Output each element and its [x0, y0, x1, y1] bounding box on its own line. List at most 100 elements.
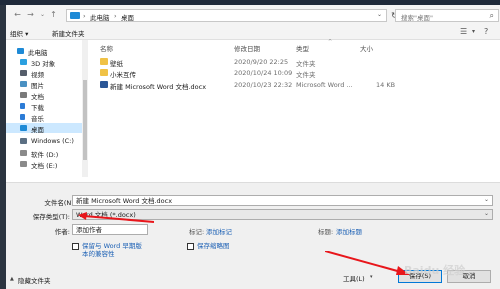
nav-item-label: 文档	[31, 93, 44, 101]
filename-input[interactable]: 新建 Microsoft Word 文档.docx ⌄	[72, 195, 493, 206]
cube-icon	[20, 59, 27, 65]
file-date: 2020/10/23 22:32	[234, 81, 293, 89]
new-folder-button[interactable]: 新建文件夹	[52, 28, 85, 38]
column-date[interactable]: 修改日期	[234, 43, 260, 53]
nav-item-label: 下载	[31, 104, 44, 112]
file-type: Microsoft Word ...	[296, 81, 353, 89]
savetype-label: 保存类型(T):	[32, 213, 70, 221]
file-list-header: 名称 修改日期 类型 大小 ^	[88, 39, 500, 53]
filename-label: 文件名(N):	[44, 199, 76, 207]
breadcrumb-desktop[interactable]: 桌面	[121, 12, 134, 22]
drive-icon	[20, 138, 27, 144]
picture-icon	[20, 81, 27, 87]
nav-item-downloads[interactable]: 下载	[6, 101, 82, 112]
filename-value: 新建 Microsoft Word 文档.docx	[76, 197, 173, 205]
nav-item-label: 此电脑	[28, 49, 48, 57]
forward-icon[interactable]: →	[25, 9, 36, 20]
address-row: ← → ⌄ ↑ › 此电脑 › 桌面 ⌄ ↻ 搜索"桌面" ⌕	[6, 5, 500, 25]
download-arrow-icon	[20, 103, 25, 109]
chevron-down-icon[interactable]: ⌄	[484, 196, 489, 204]
help-icon[interactable]: ?	[484, 27, 488, 36]
nav-item-label: 视频	[31, 71, 44, 79]
file-name: 壁纸	[110, 60, 123, 68]
annotation-arrow-red	[78, 212, 155, 224]
document-icon	[20, 92, 27, 98]
chevron-up-icon[interactable]: ▲	[10, 276, 14, 282]
nav-scrollbar[interactable]	[82, 40, 88, 177]
column-type[interactable]: 类型	[296, 43, 309, 53]
search-placeholder: 搜索"桌面"	[401, 14, 433, 22]
nav-item-music[interactable]: 音乐	[6, 112, 82, 123]
search-input[interactable]: 搜索"桌面" ⌕	[395, 9, 499, 22]
this-pc-icon	[70, 12, 80, 19]
breadcrumb-this-pc[interactable]: 此电脑	[90, 12, 110, 22]
file-type: 文件夹	[296, 71, 316, 79]
red-arrow-icon	[78, 212, 155, 223]
address-bar[interactable]: › 此电脑 › 桌面 ⌄	[66, 9, 387, 22]
annotation-arrow-red	[324, 250, 410, 276]
nav-item-pictures[interactable]: 图片	[6, 79, 82, 90]
sort-caret-icon: ^	[328, 39, 333, 45]
drive-icon	[20, 150, 27, 156]
recent-dropdown-icon[interactable]: ⌄	[37, 9, 48, 20]
nav-item-label: 文档 (E:)	[31, 162, 58, 170]
nav-item-documents-e[interactable]: 文档 (E:)	[6, 159, 82, 170]
nav-item-videos[interactable]: 视频	[6, 68, 82, 79]
tags-label: 标记:	[189, 228, 205, 236]
chevron-down-icon[interactable]: ⌄	[484, 210, 489, 218]
word-doc-icon	[100, 81, 108, 88]
nav-item-software-d[interactable]: 软件 (D:)	[6, 148, 82, 159]
author-label: 作者:	[54, 228, 70, 236]
author-value: 添加作者	[76, 226, 102, 234]
nav-item-documents[interactable]: 文档	[6, 90, 82, 101]
folder-icon	[100, 69, 108, 76]
compat-label[interactable]: 保留与 Word 早期版本的兼容性	[82, 242, 146, 258]
drive-icon	[20, 161, 27, 167]
breadcrumb-separator: ›	[114, 12, 117, 20]
file-name: 新建 Microsoft Word 文档.docx	[110, 83, 207, 91]
view-dropdown-icon[interactable]: ▾	[472, 28, 475, 35]
desktop-icon	[20, 125, 27, 131]
watermark: Baidu 经验	[404, 264, 466, 277]
column-name[interactable]: 名称	[100, 43, 113, 53]
toolbar: 组织 ▾ 新建文件夹 ☰ ▾ ?	[6, 25, 500, 40]
nav-item-3d-objects[interactable]: 3D 对象	[6, 57, 82, 68]
hide-folders-button[interactable]: 隐藏文件夹	[18, 275, 51, 285]
file-row[interactable]: 小米互传 2020/10/24 10:09 文件夹	[90, 68, 400, 79]
nav-item-label: Windows (C:)	[31, 137, 74, 145]
column-size[interactable]: 大小	[360, 43, 373, 53]
nav-item-label: 桌面	[31, 126, 44, 134]
add-title-link[interactable]: 添加标题	[336, 226, 362, 236]
compat-checkbox[interactable]	[72, 243, 79, 250]
thumbnail-label[interactable]: 保存缩略图	[197, 242, 230, 250]
thumbnail-checkbox[interactable]	[187, 243, 194, 250]
film-icon	[20, 70, 27, 76]
add-tags-link[interactable]: 添加标记	[206, 226, 232, 236]
file-date: 2020/9/20 22:25	[234, 58, 289, 66]
file-size: 14 KB	[376, 81, 396, 89]
view-options-icon[interactable]: ☰	[460, 27, 467, 36]
nav-item-windows-c[interactable]: Windows (C:)	[6, 136, 82, 146]
navigation-pane: 此电脑 3D 对象 视频 图片 文档 下载 音乐 桌面 Windows (C:)…	[6, 40, 88, 177]
file-row[interactable]: 新建 Microsoft Word 文档.docx 2020/10/23 22:…	[90, 80, 400, 91]
up-icon[interactable]: ↑	[48, 9, 59, 20]
folder-icon	[100, 58, 108, 65]
scrollbar-thumb[interactable]	[83, 80, 87, 160]
nav-item-desktop[interactable]: 桌面	[6, 123, 82, 134]
nav-item-label: 3D 对象	[31, 60, 56, 68]
organize-button[interactable]: 组织 ▾	[10, 28, 28, 38]
author-input[interactable]: 添加作者	[72, 224, 148, 235]
address-dropdown-icon[interactable]: ⌄	[377, 11, 382, 18]
nav-item-label: 软件 (D:)	[31, 151, 59, 159]
nav-item-label: 图片	[31, 82, 44, 90]
nav-item-this-pc[interactable]: 此电脑	[6, 46, 82, 57]
back-icon[interactable]: ←	[12, 9, 23, 20]
nav-item-label: 音乐	[31, 115, 44, 123]
file-type: 文件夹	[296, 60, 316, 68]
computer-icon	[17, 48, 24, 54]
file-date: 2020/10/24 10:09	[234, 69, 293, 77]
file-row[interactable]: 壁纸 2020/9/20 22:25 文件夹	[90, 57, 400, 68]
music-note-icon	[20, 114, 25, 120]
title-label: 标题:	[318, 228, 334, 236]
file-name: 小米互传	[110, 71, 136, 79]
